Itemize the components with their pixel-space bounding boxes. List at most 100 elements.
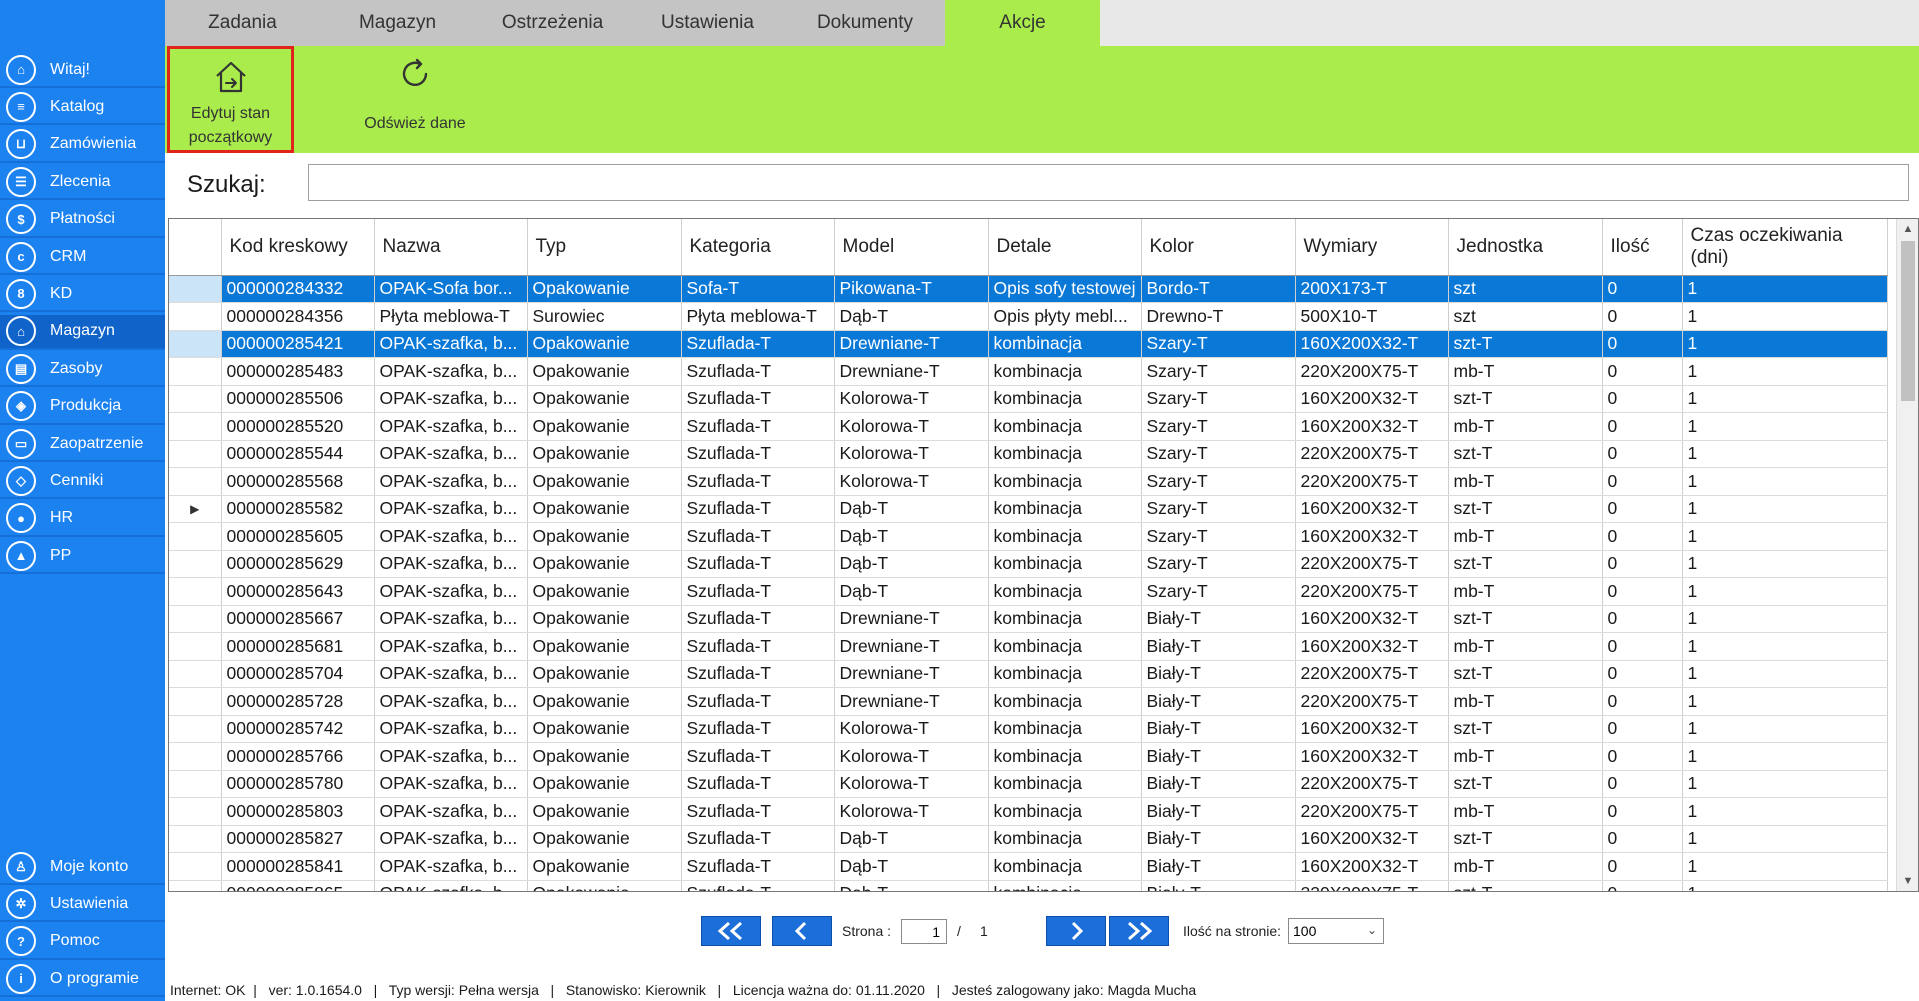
table-cell[interactable]: mb-T <box>1448 687 1603 716</box>
table-cell[interactable]: Opakowanie <box>527 825 682 853</box>
table-cell[interactable]: Kolorowa-T <box>834 440 989 468</box>
table-row[interactable]: 000000285827 OPAK-szafka, b... Opakowanie S… <box>169 825 1888 853</box>
table-cell[interactable]: Opakowanie <box>527 495 682 523</box>
table-cell[interactable]: 1 <box>1682 852 1888 881</box>
table-cell[interactable]: Szary-T <box>1141 330 1296 358</box>
table-cell[interactable]: Szuflada-T <box>681 880 835 891</box>
table-cell[interactable]: Szuflada-T <box>681 715 835 743</box>
table-cell[interactable]: 160X200X32-T <box>1295 605 1449 633</box>
table-cell[interactable]: 0 <box>1602 825 1683 853</box>
row-pointer-icon[interactable]: ▶ <box>169 495 222 523</box>
table-cell[interactable]: Szuflada-T <box>681 495 835 523</box>
sidebar-item-10[interactable]: ◈ Produkcja <box>0 390 165 425</box>
table-cell[interactable]: szt <box>1448 275 1603 303</box>
table-row[interactable]: 000000285520 OPAK-szafka, b... Opakowanie S… <box>169 412 1888 441</box>
table-cell[interactable]: OPAK-szafka, b... <box>374 467 528 496</box>
table-cell[interactable]: OPAK-szafka, b... <box>374 412 528 441</box>
tab-2[interactable]: Magazyn <box>320 0 475 46</box>
table-cell[interactable]: 160X200X32-T <box>1295 330 1449 358</box>
table-cell[interactable]: 1 <box>1682 467 1888 496</box>
table-cell[interactable]: szt-T <box>1448 550 1603 578</box>
table-row[interactable]: 000000285780 OPAK-szafka, b... Opakowanie S… <box>169 770 1888 798</box>
table-cell[interactable]: mb-T <box>1448 357 1603 386</box>
table-cell[interactable]: 0 <box>1602 687 1683 716</box>
table-cell[interactable]: kombinacja <box>988 687 1142 716</box>
row-header-cell[interactable] <box>169 605 222 633</box>
sidebar-item-5[interactable]: $ Płatności <box>0 203 165 238</box>
table-cell[interactable]: Surowiec <box>527 302 682 331</box>
table-cell[interactable]: 220X200X75-T <box>1295 687 1449 716</box>
table-cell[interactable]: Szuflada-T <box>681 770 835 798</box>
table-cell[interactable]: 160X200X32-T <box>1295 385 1449 413</box>
table-cell[interactable]: OPAK-Sofa bor... <box>374 275 528 303</box>
row-header-cell[interactable] <box>169 660 222 688</box>
table-cell[interactable]: OPAK-szafka, b... <box>374 550 528 578</box>
table-cell[interactable]: Opakowanie <box>527 412 682 441</box>
table-cell[interactable]: Opakowanie <box>527 330 682 358</box>
table-cell[interactable]: 0 <box>1602 412 1683 441</box>
table-cell[interactable]: mb-T <box>1448 577 1603 606</box>
next-page-button[interactable] <box>1046 916 1106 946</box>
column-header[interactable]: Nazwa <box>374 219 528 276</box>
table-cell[interactable]: Opakowanie <box>527 522 682 551</box>
table-row[interactable]: 000000285483 OPAK-szafka, b... Opakowanie S… <box>169 357 1888 386</box>
table-cell[interactable]: 1 <box>1682 412 1888 441</box>
column-header[interactable]: Typ <box>527 219 682 276</box>
table-cell[interactable]: 000000285780 <box>221 770 375 798</box>
table-cell[interactable]: szt-T <box>1448 715 1603 743</box>
table-cell[interactable]: 000000285629 <box>221 550 375 578</box>
table-cell[interactable]: Biały-T <box>1141 825 1296 853</box>
table-cell[interactable]: Kolorowa-T <box>834 770 989 798</box>
table-cell[interactable]: Dąb-T <box>834 495 989 523</box>
table-cell[interactable]: 0 <box>1602 880 1683 891</box>
table-cell[interactable]: 000000285506 <box>221 385 375 413</box>
table-cell[interactable]: mb-T <box>1448 412 1603 441</box>
table-cell[interactable]: 000000285681 <box>221 632 375 661</box>
table-cell[interactable]: Szuflada-T <box>681 605 835 633</box>
table-cell[interactable]: Szuflada-T <box>681 357 835 386</box>
table-cell[interactable]: szt-T <box>1448 660 1603 688</box>
table-cell[interactable]: 0 <box>1602 440 1683 468</box>
table-cell[interactable]: 000000285582 <box>221 495 375 523</box>
table-cell[interactable]: kombinacja <box>988 522 1142 551</box>
row-header-cell[interactable] <box>169 385 222 413</box>
table-cell[interactable]: szt-T <box>1448 880 1603 891</box>
table-cell[interactable]: Szuflada-T <box>681 660 835 688</box>
table-row[interactable]: 000000285544 OPAK-szafka, b... Opakowanie S… <box>169 440 1888 468</box>
table-cell[interactable]: OPAK-szafka, b... <box>374 385 528 413</box>
table-cell[interactable]: Szuflada-T <box>681 852 835 881</box>
table-cell[interactable]: Drewniane-T <box>834 660 989 688</box>
first-page-button[interactable] <box>701 916 761 946</box>
table-cell[interactable]: kombinacja <box>988 797 1142 826</box>
table-cell[interactable]: Drewniane-T <box>834 632 989 661</box>
table-cell[interactable]: 220X200X75-T <box>1295 467 1449 496</box>
table-cell[interactable]: Szuflada-T <box>681 467 835 496</box>
table-cell[interactable]: Dąb-T <box>834 852 989 881</box>
table-cell[interactable]: 220X200X75-T <box>1295 577 1449 606</box>
table-cell[interactable]: 220X200X75-T <box>1295 440 1449 468</box>
table-cell[interactable]: Biały-T <box>1141 632 1296 661</box>
table-cell[interactable]: Opakowanie <box>527 715 682 743</box>
table-row[interactable]: 000000285742 OPAK-szafka, b... Opakowanie S… <box>169 715 1888 743</box>
table-cell[interactable]: 1 <box>1682 385 1888 413</box>
table-cell[interactable]: kombinacja <box>988 330 1142 358</box>
table-cell[interactable]: 1 <box>1682 357 1888 386</box>
sidebar-item-3[interactable]: ⊔ Zamówienia <box>0 128 165 163</box>
table-cell[interactable]: Kolorowa-T <box>834 742 989 771</box>
table-cell[interactable]: 1 <box>1682 577 1888 606</box>
table-cell[interactable]: 1 <box>1682 742 1888 771</box>
row-header-cell[interactable] <box>169 467 222 496</box>
table-cell[interactable]: Szuflada-T <box>681 825 835 853</box>
table-cell[interactable]: 000000285568 <box>221 467 375 496</box>
table-cell[interactable]: Szuflada-T <box>681 550 835 578</box>
table-cell[interactable]: 0 <box>1602 605 1683 633</box>
table-cell[interactable]: 0 <box>1602 385 1683 413</box>
table-cell[interactable]: 1 <box>1682 275 1888 303</box>
table-cell[interactable]: kombinacja <box>988 577 1142 606</box>
table-cell[interactable]: szt-T <box>1448 440 1603 468</box>
table-cell[interactable]: 0 <box>1602 495 1683 523</box>
table-cell[interactable]: Opakowanie <box>527 550 682 578</box>
table-cell[interactable]: kombinacja <box>988 357 1142 386</box>
table-cell[interactable]: 200X173-T <box>1295 275 1449 303</box>
row-header-cell[interactable] <box>169 715 222 743</box>
